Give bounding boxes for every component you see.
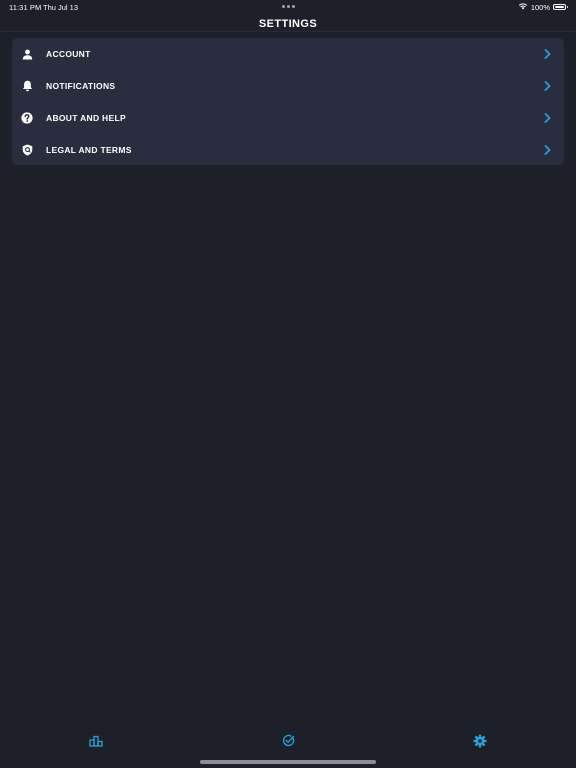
header-divider xyxy=(0,31,576,32)
leaderboard-icon xyxy=(89,734,103,752)
status-bar: 11:31 PM Thu Jul 13 100% xyxy=(0,0,576,14)
settings-item-legal-and-terms[interactable]: LEGAL AND TERMS xyxy=(12,134,564,166)
settings-screen: 11:31 PM Thu Jul 13 100% SETTINGS ACCOUN… xyxy=(0,0,576,768)
chevron-right-icon xyxy=(543,49,551,59)
status-indicators: 100% xyxy=(518,2,568,12)
settings-item-label: ABOUT AND HELP xyxy=(46,113,126,123)
tab-checkin[interactable] xyxy=(280,734,296,752)
status-date: Thu Jul 13 xyxy=(43,3,79,12)
home-indicator[interactable] xyxy=(200,760,376,764)
wifi-icon xyxy=(518,2,528,12)
question-circle-icon xyxy=(21,112,33,124)
check-circle-icon xyxy=(282,734,295,752)
gear-icon xyxy=(473,734,487,753)
settings-item-notifications[interactable]: NOTIFICATIONS xyxy=(12,70,564,102)
tab-leaderboard[interactable] xyxy=(88,735,104,751)
settings-item-label: ACCOUNT xyxy=(46,49,91,59)
settings-item-about-and-help[interactable]: ABOUT AND HELP xyxy=(12,102,564,134)
page-title: SETTINGS xyxy=(258,18,318,30)
settings-item-label: NOTIFICATIONS xyxy=(46,81,116,91)
chevron-right-icon xyxy=(543,145,551,155)
multitasking-dots-icon[interactable] xyxy=(282,5,295,8)
chevron-right-icon xyxy=(543,113,551,123)
bell-icon xyxy=(21,80,33,92)
status-time: 11:31 PM xyxy=(9,3,42,12)
settings-item-account[interactable]: ACCOUNT xyxy=(12,38,564,70)
shield-icon xyxy=(21,144,33,156)
person-icon xyxy=(21,48,33,60)
tab-bar xyxy=(0,728,576,758)
settings-item-label: LEGAL AND TERMS xyxy=(46,145,132,155)
settings-list: ACCOUNT NOTIFICATIONS ABOUT AND HELP LEG… xyxy=(12,38,564,165)
header: SETTINGS xyxy=(0,14,576,31)
battery-percent: 100% xyxy=(530,2,550,12)
tab-settings[interactable] xyxy=(472,734,488,753)
chevron-right-icon xyxy=(543,81,551,91)
battery-icon xyxy=(553,4,568,10)
